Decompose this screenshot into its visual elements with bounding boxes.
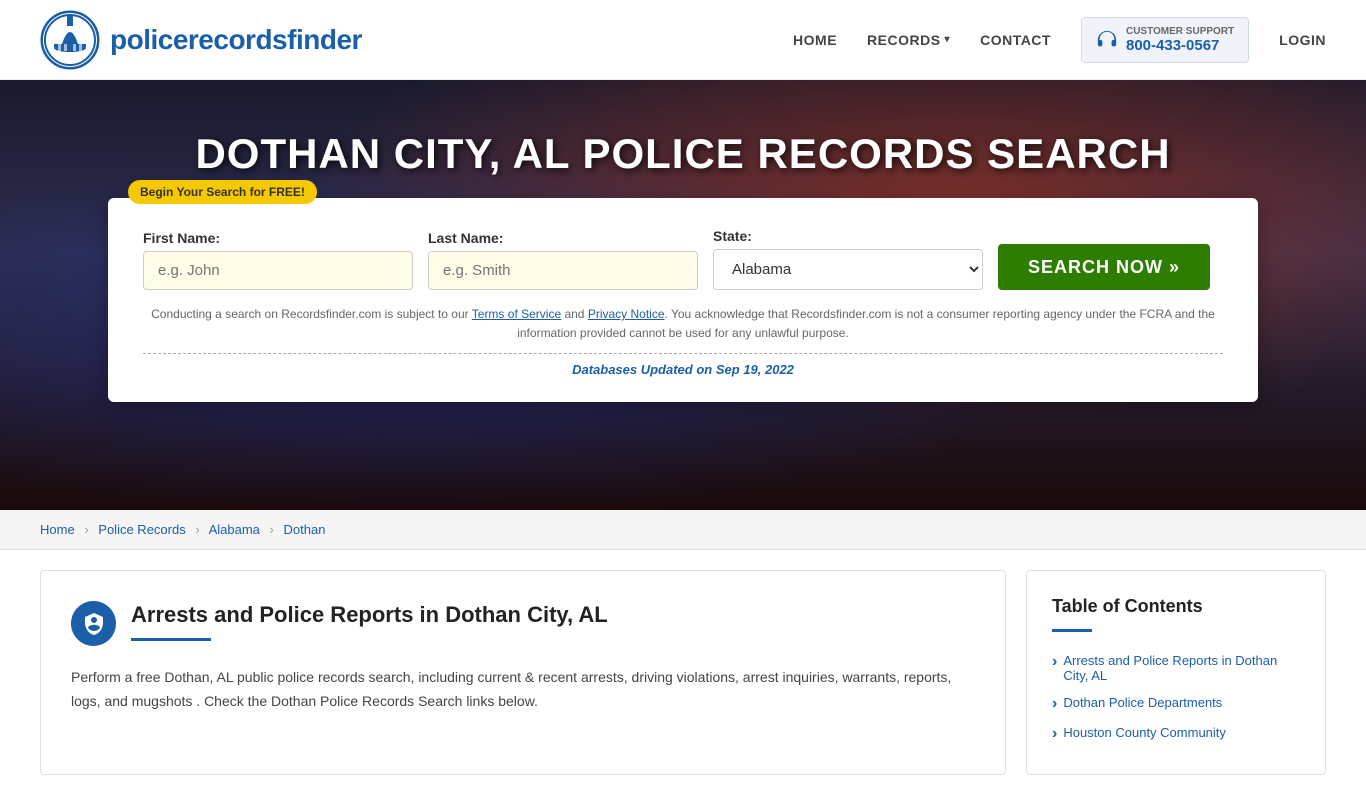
customer-support-button[interactable]: CUSTOMER SUPPORT 800-433-0567 bbox=[1081, 17, 1249, 63]
article-title-underline bbox=[131, 638, 211, 641]
search-button[interactable]: SEARCH NOW » bbox=[998, 244, 1210, 290]
site-header: policerecordsfinder HOME RECORDS ▾ CONTA… bbox=[0, 0, 1366, 80]
nav-home[interactable]: HOME bbox=[793, 32, 837, 48]
toc-underline bbox=[1052, 629, 1092, 632]
shield-badge-icon bbox=[82, 612, 106, 636]
breadcrumb-home[interactable]: Home bbox=[40, 522, 75, 537]
toc-item-1[interactable]: Arrests and Police Reports in Dothan Cit… bbox=[1052, 647, 1300, 689]
breadcrumb-police-records[interactable]: Police Records bbox=[98, 522, 185, 537]
chevron-down-icon: ▾ bbox=[945, 34, 951, 45]
terms-link[interactable]: Terms of Service bbox=[472, 307, 561, 321]
breadcrumb-sep-3: › bbox=[270, 522, 274, 537]
main-content: Arrests and Police Reports in Dothan Cit… bbox=[40, 570, 1006, 775]
toc-item-2[interactable]: Dothan Police Departments bbox=[1052, 689, 1300, 719]
breadcrumb-state[interactable]: Alabama bbox=[209, 522, 260, 537]
main-nav: HOME RECORDS ▾ CONTACT CUSTOMER SUPPORT … bbox=[793, 17, 1326, 63]
badge-icon bbox=[71, 601, 116, 646]
state-group: State: Alabama Alaska Arizona Arkansas C… bbox=[713, 228, 983, 290]
hero-section: DOTHAN CITY, AL POLICE RECORDS SEARCH Be… bbox=[0, 80, 1366, 510]
search-card: Begin Your Search for FREE! First Name: … bbox=[108, 198, 1258, 402]
article-header: Arrests and Police Reports in Dothan Cit… bbox=[71, 601, 975, 646]
state-label: State: bbox=[713, 228, 983, 244]
toc-item-3[interactable]: Houston County Community bbox=[1052, 719, 1300, 749]
breadcrumb-city[interactable]: Dothan bbox=[284, 522, 326, 537]
first-name-group: First Name: bbox=[143, 230, 413, 290]
first-name-label: First Name: bbox=[143, 230, 413, 246]
privacy-link[interactable]: Privacy Notice bbox=[588, 307, 665, 321]
logo-icon bbox=[40, 10, 100, 70]
disclaimer-text: Conducting a search on Recordsfinder.com… bbox=[143, 305, 1223, 343]
state-select[interactable]: Alabama Alaska Arizona Arkansas Californ… bbox=[713, 249, 983, 290]
breadcrumb-sep-2: › bbox=[195, 522, 199, 537]
last-name-label: Last Name: bbox=[428, 230, 698, 246]
db-updated: Databases Updated on Sep 19, 2022 bbox=[143, 353, 1223, 377]
hero-title: DOTHAN CITY, AL POLICE RECORDS SEARCH bbox=[195, 130, 1170, 178]
nav-contact[interactable]: CONTACT bbox=[980, 32, 1051, 48]
nav-records[interactable]: RECORDS ▾ bbox=[867, 32, 950, 48]
search-form-row: First Name: Last Name: State: Alabama Al… bbox=[143, 228, 1223, 290]
article-body: Perform a free Dothan, AL public police … bbox=[71, 666, 975, 714]
last-name-group: Last Name: bbox=[428, 230, 698, 290]
support-number: 800-433-0567 bbox=[1126, 37, 1219, 54]
article-title-group: Arrests and Police Reports in Dothan Cit… bbox=[131, 601, 608, 641]
breadcrumb: Home › Police Records › Alabama › Dothan bbox=[0, 510, 1366, 550]
nav-login[interactable]: LOGIN bbox=[1279, 32, 1326, 48]
last-name-input[interactable] bbox=[428, 251, 698, 290]
free-badge: Begin Your Search for FREE! bbox=[128, 180, 317, 204]
logo[interactable]: policerecordsfinder bbox=[40, 10, 362, 70]
support-label: CUSTOMER SUPPORT bbox=[1126, 26, 1234, 37]
support-text: CUSTOMER SUPPORT 800-433-0567 bbox=[1126, 26, 1234, 54]
sidebar: Table of Contents Arrests and Police Rep… bbox=[1026, 570, 1326, 775]
breadcrumb-sep-1: › bbox=[84, 522, 88, 537]
content-area: Arrests and Police Reports in Dothan Cit… bbox=[0, 550, 1366, 795]
logo-text: policerecordsfinder bbox=[110, 24, 362, 56]
headset-icon bbox=[1096, 29, 1118, 51]
article-title: Arrests and Police Reports in Dothan Cit… bbox=[131, 601, 608, 630]
toc-title: Table of Contents bbox=[1052, 596, 1300, 617]
toc-list: Arrests and Police Reports in Dothan Cit… bbox=[1052, 647, 1300, 749]
first-name-input[interactable] bbox=[143, 251, 413, 290]
